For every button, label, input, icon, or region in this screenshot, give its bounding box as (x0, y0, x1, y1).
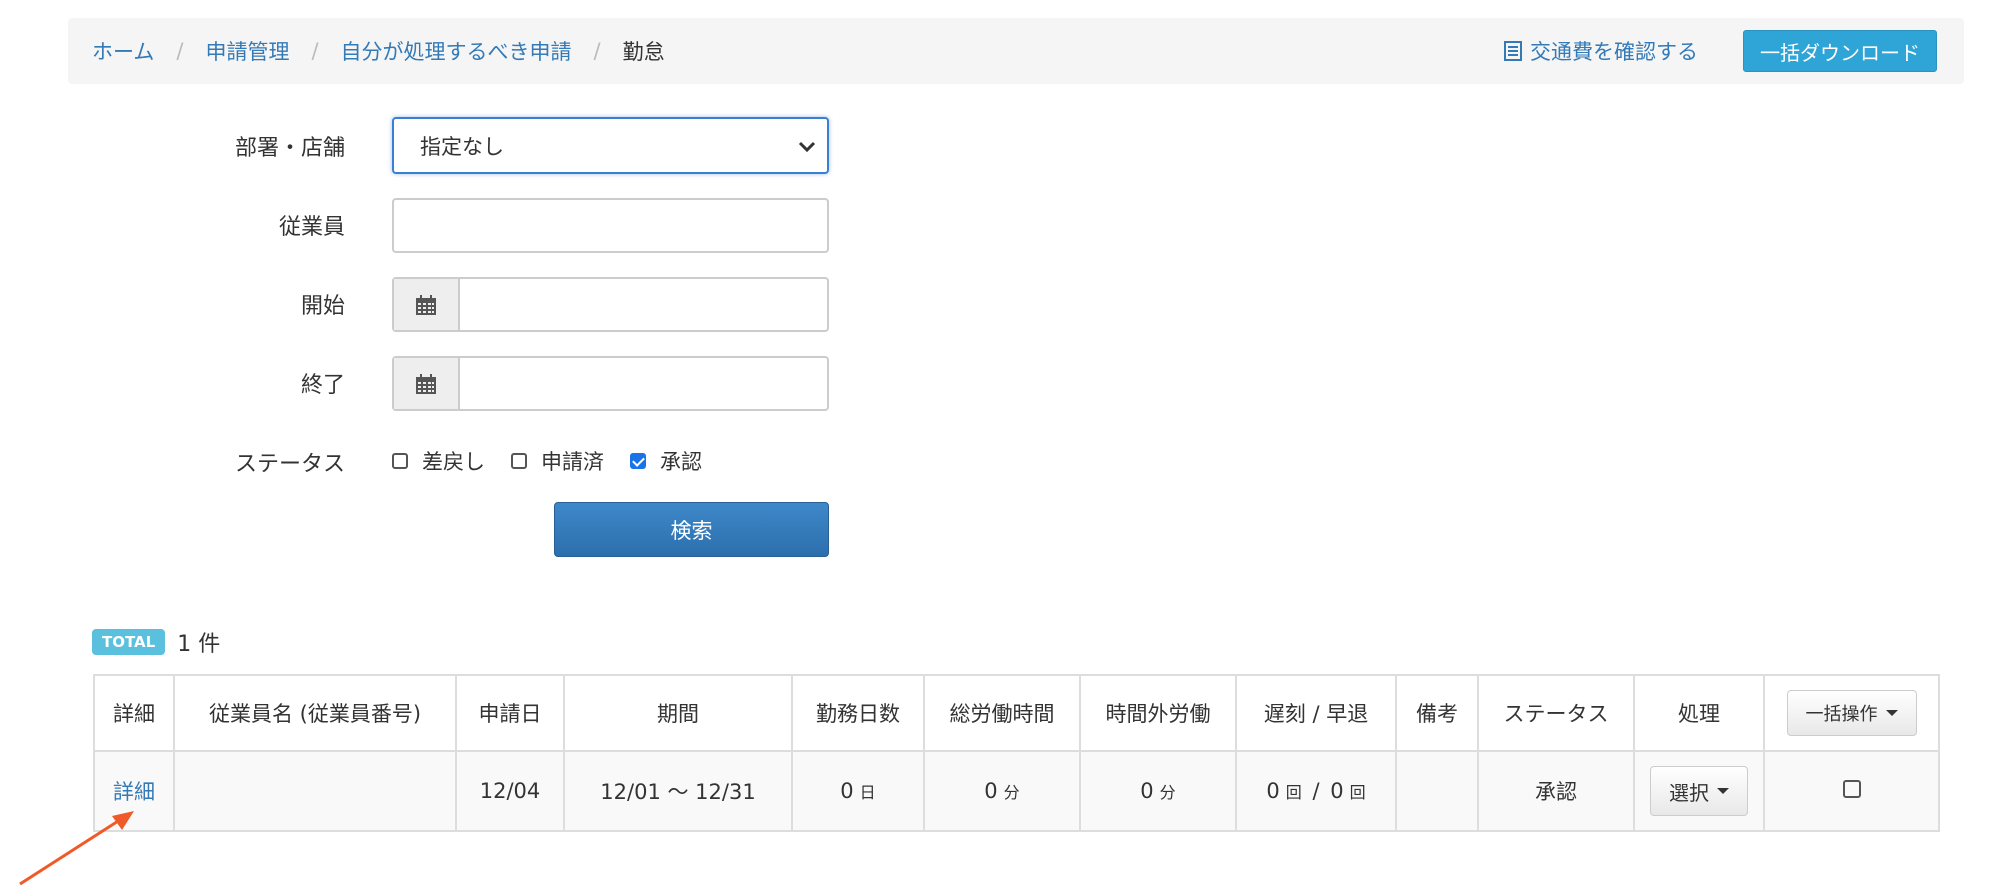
total-count-value: 1 件 (177, 632, 221, 657)
table-row: 詳細 12/04 12/01 〜 12/31 0日 0分 0分 0回 / 0回 … (93, 750, 1940, 832)
late-count-value: 0 (1266, 779, 1280, 803)
bulk-action-button[interactable]: 一括操作 (1786, 690, 1917, 736)
column-header-total-hours: 総労働時間 (923, 674, 1081, 752)
status-option-label: 承認 (660, 450, 702, 474)
status-option-returned[interactable]: 差戻し (392, 446, 485, 476)
cell-work-days: 0日 (791, 750, 925, 832)
start-date-input[interactable] (460, 279, 827, 330)
cell-row-select (1763, 750, 1940, 832)
end-date-label: 終了 (300, 373, 345, 398)
top-bar: ホーム / 申請管理 / 自分が処理するべき申請 / 勤怠 交通費を確認する 一… (68, 18, 1964, 84)
breadcrumb: ホーム / 申請管理 / 自分が処理するべき申請 / 勤怠 (92, 18, 665, 84)
cell-employee (173, 750, 457, 832)
breadcrumb-current: 勤怠 (622, 40, 665, 64)
early-count-value: 0 (1330, 779, 1344, 803)
breadcrumb-separator: / (176, 39, 184, 63)
start-date-addon[interactable] (394, 279, 460, 330)
row-select-checkbox[interactable] (1842, 780, 1861, 798)
late-early-separator: / (1312, 779, 1320, 803)
status-filter-group: 差戻し 申請済 承認 (392, 446, 728, 476)
breadcrumb-application-management[interactable]: 申請管理 (205, 36, 289, 66)
results-table: 詳細 従業員名 (従業員番号) 申請日 期間 勤務日数 総労働時間 時間外労働 … (93, 674, 1940, 832)
column-header-status: ステータス (1477, 674, 1635, 752)
work-days-value: 0 (840, 779, 854, 803)
breadcrumb-home[interactable]: ホーム (92, 36, 154, 66)
department-select-value: 指定なし (420, 134, 504, 159)
start-date-label: 開始 (300, 294, 345, 319)
employee-field[interactable] (392, 198, 829, 253)
table-header-row: 詳細 従業員名 (従業員番号) 申請日 期間 勤務日数 総労働時間 時間外労働 … (93, 674, 1940, 752)
column-header-overtime: 時間外労働 (1079, 674, 1237, 752)
search-button[interactable]: 検索 (554, 502, 829, 557)
status-checkbox-returned[interactable] (392, 453, 408, 469)
work-days-unit: 日 (859, 783, 876, 802)
breadcrumb-separator: / (593, 39, 601, 63)
bulk-download-button[interactable]: 一括ダウンロード (1743, 30, 1937, 72)
breadcrumb-separator: / (311, 39, 319, 63)
calendar-icon (416, 294, 436, 315)
column-header-employee: 従業員名 (従業員番号) (173, 674, 457, 752)
cell-action: 選択 (1633, 750, 1765, 832)
annotation-arrow-icon (19, 811, 134, 886)
status-label: ステータス (234, 452, 345, 477)
column-header-period: 期間 (563, 674, 793, 752)
column-header-work-days: 勤務日数 (791, 674, 925, 752)
column-header-date: 申請日 (455, 674, 565, 752)
status-checkbox-applied[interactable] (511, 453, 527, 469)
column-header-note: 備考 (1395, 674, 1479, 752)
end-date-input[interactable] (460, 358, 827, 409)
status-option-label: 申請済 (541, 450, 604, 474)
action-select-label: 選択 (1669, 780, 1709, 805)
column-header-detail: 詳細 (93, 674, 175, 752)
action-select-button[interactable]: 選択 (1650, 766, 1748, 816)
total-hours-unit: 分 (1003, 783, 1020, 802)
transport-expense-link[interactable]: 交通費を確認する (1504, 18, 1698, 84)
status-option-applied[interactable]: 申請済 (511, 446, 604, 476)
late-unit: 回 (1285, 783, 1302, 802)
overtime-value: 0 (1140, 779, 1154, 803)
total-count: TOTAL 1 件 (92, 626, 220, 658)
cell-period: 12/01 〜 12/31 (563, 750, 793, 832)
caret-down-icon (1717, 788, 1729, 794)
status-option-label: 差戻し (422, 450, 485, 474)
calendar-icon (416, 373, 436, 394)
status-option-approved[interactable]: 承認 (630, 446, 702, 476)
breadcrumb-my-applications[interactable]: 自分が処理するべき申請 (341, 36, 572, 66)
cell-late-early: 0回 / 0回 (1235, 750, 1397, 832)
department-select[interactable]: 指定なし (392, 117, 829, 174)
end-date-group (392, 356, 829, 411)
status-checkbox-approved[interactable] (630, 453, 646, 469)
list-icon (1504, 41, 1522, 61)
column-header-late-early: 遅刻 / 早退 (1235, 674, 1397, 752)
caret-down-icon (1885, 710, 1898, 716)
cell-overtime: 0分 (1079, 750, 1237, 832)
employee-label: 従業員 (278, 215, 345, 240)
cell-status: 承認 (1477, 750, 1635, 832)
department-label: 部署・店舗 (234, 136, 345, 161)
end-date-addon[interactable] (394, 358, 460, 409)
total-hours-value: 0 (984, 779, 998, 803)
overtime-unit: 分 (1159, 783, 1176, 802)
chevron-down-icon (798, 141, 816, 153)
column-header-action: 処理 (1633, 674, 1765, 752)
transport-expense-label: 交通費を確認する (1530, 40, 1698, 64)
total-badge: TOTAL (92, 629, 166, 655)
cell-date: 12/04 (455, 750, 565, 832)
bulk-action-label: 一括操作 (1805, 704, 1878, 725)
detail-link[interactable]: 詳細 (113, 780, 155, 804)
early-unit: 回 (1349, 783, 1366, 802)
start-date-group (392, 277, 829, 332)
cell-total-hours: 0分 (923, 750, 1081, 832)
column-header-bulk: 一括操作 (1763, 674, 1940, 752)
cell-note (1395, 750, 1479, 832)
